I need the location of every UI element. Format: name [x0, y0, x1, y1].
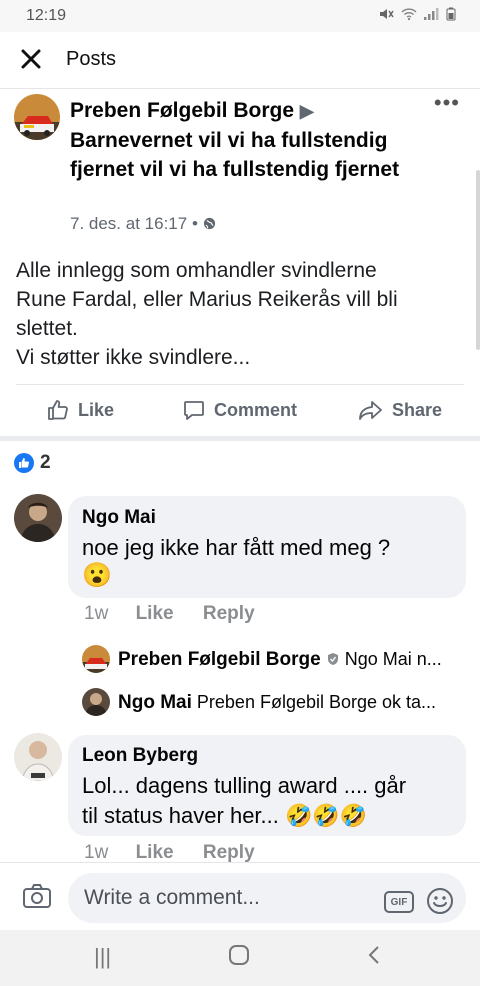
reply-item[interactable]: Ngo Mai Preben Følgebil Borge ok ta...: [118, 692, 436, 714]
post-timestamp[interactable]: 7. des. at 16:17: [70, 214, 187, 233]
back-button[interactable]: [366, 944, 382, 972]
verified-badge-icon: [327, 653, 338, 665]
status-icons: [378, 7, 456, 24]
like-button[interactable]: Like: [46, 398, 114, 422]
like-reaction-icon: [14, 453, 34, 473]
emoji-icon[interactable]: [426, 887, 454, 920]
divider: [16, 384, 464, 385]
section-separator: [0, 436, 480, 441]
post-body-line: slettet.: [16, 317, 78, 340]
camera-icon[interactable]: [22, 883, 52, 914]
arrow-icon: ▶: [299, 101, 314, 121]
share-label: Share: [392, 399, 443, 420]
post-author-avatar[interactable]: [14, 94, 60, 140]
comment-actions: 1w Like Reply: [84, 603, 279, 625]
mute-icon: [380, 9, 394, 19]
post-actions: Like Comment Share: [0, 392, 480, 432]
close-icon[interactable]: [20, 42, 42, 77]
signal-icon: [424, 8, 439, 20]
share-icon: [359, 401, 382, 420]
home-icon: [229, 945, 249, 965]
comment-emoji: 😮: [82, 562, 112, 589]
comment-text: til status haver her... 🤣🤣🤣: [82, 801, 367, 831]
reply-author[interactable]: Ngo Mai: [118, 692, 192, 713]
home-button[interactable]: [228, 944, 250, 972]
more-options-icon[interactable]: •••: [434, 90, 460, 116]
status-bar: 12:19: [0, 0, 480, 32]
reply-item[interactable]: Preben Følgebil Borge Ngo Mai n...: [118, 649, 442, 671]
wifi-icon: [401, 8, 417, 21]
reply-text: Ngo Mai n...: [344, 649, 442, 669]
comment-composer: GIF: [0, 862, 480, 931]
comment-author[interactable]: Leon Byberg: [82, 745, 198, 767]
gif-button[interactable]: GIF: [384, 891, 414, 913]
system-nav-bar: |||: [0, 930, 480, 986]
reply-author[interactable]: Preben Følgebil Borge: [118, 649, 321, 670]
post-body-line: Vi støtter ikke svindlere...: [16, 346, 251, 369]
post-body-line: Rune Fardal, eller Marius Reikerås vill …: [16, 288, 398, 311]
reaction-count: 2: [40, 452, 51, 473]
comment-text: Lol... dagens tulling award .... går: [82, 773, 407, 798]
share-button[interactable]: Share: [358, 398, 442, 422]
post-author-name[interactable]: Preben Følgebil Borge: [70, 99, 294, 122]
scrollbar[interactable]: [476, 170, 480, 350]
globe-icon: [203, 217, 215, 230]
back-icon: [368, 946, 379, 964]
reply-avatar[interactable]: [82, 688, 110, 716]
reply-text: Preben Følgebil Borge ok ta...: [196, 692, 437, 712]
comment-button[interactable]: Comment: [182, 398, 297, 422]
status-time: 12:19: [26, 7, 67, 24]
like-label: Like: [78, 399, 115, 420]
comment-icon: [184, 401, 204, 420]
comment-author[interactable]: Ngo Mai: [82, 507, 156, 529]
thumbs-up-icon: [48, 400, 68, 420]
page-title: Posts: [66, 48, 117, 70]
post-body: Alle innlegg som omhandler svindlerne Ru…: [16, 256, 466, 372]
commenter-avatar[interactable]: [14, 733, 62, 781]
comment-time: 1w: [84, 603, 109, 624]
comment-actions: 1w Like Reply: [84, 842, 279, 864]
reaction-summary[interactable]: 2: [14, 452, 51, 474]
battery-icon: [446, 7, 456, 21]
comment-reply-button[interactable]: Reply: [203, 603, 255, 624]
comment-text-line: til status haver her...: [82, 803, 279, 828]
recents-button[interactable]: |||: [94, 944, 111, 970]
post-header: Preben Følgebil Borge ▶ Barnevernet vil …: [70, 96, 420, 184]
top-bar: Posts: [0, 32, 480, 89]
comment-reply-button[interactable]: Reply: [203, 842, 255, 863]
meta-separator: •: [191, 214, 198, 233]
comment-label: Comment: [214, 399, 298, 420]
post-meta: 7. des. at 16:17 •: [70, 214, 216, 234]
comment-like-button[interactable]: Like: [136, 842, 174, 863]
post-body-line: Alle innlegg som omhandler svindlerne: [16, 259, 377, 282]
reply-avatar[interactable]: [82, 645, 110, 673]
comment-time: 1w: [84, 842, 109, 863]
post-target-name[interactable]: Barnevernet vil vi ha fullstendig fjerne…: [70, 129, 399, 181]
commenter-avatar[interactable]: [14, 494, 62, 542]
comment-emoji: 🤣🤣🤣: [285, 803, 368, 828]
comment-text: noe jeg ikke har fått med meg ?: [82, 535, 391, 560]
comment-like-button[interactable]: Like: [136, 603, 174, 624]
